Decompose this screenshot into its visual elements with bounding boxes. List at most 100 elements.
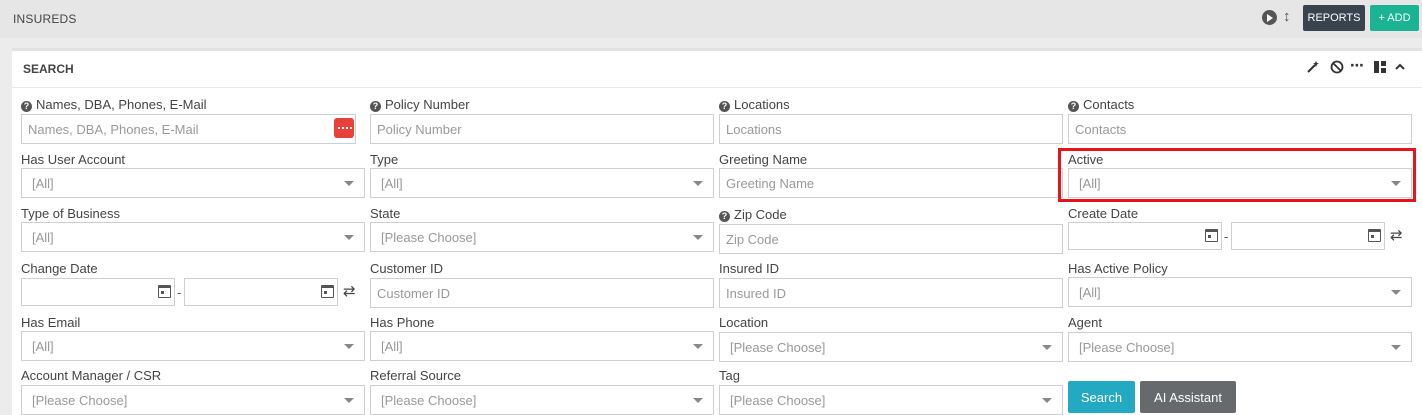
names-input[interactable] <box>21 114 356 144</box>
question-icon: ? <box>1068 101 1079 112</box>
contacts-label-text: Contacts <box>1083 97 1135 112</box>
locations-input[interactable] <box>719 114 1063 144</box>
change-date-label: Change Date <box>21 261 98 276</box>
caret-down-icon <box>693 398 703 403</box>
select-value: [All] <box>381 339 403 354</box>
ai-assistant-button[interactable]: AI Assistant <box>1140 381 1236 413</box>
select-value: [Please Choose] <box>730 393 826 408</box>
calendar-icon[interactable] <box>1205 229 1218 242</box>
swap-icon[interactable]: ⇄ <box>343 282 356 300</box>
calendar-icon[interactable] <box>158 285 171 298</box>
search-panel-header: SEARCH ⋯ <box>12 51 1422 88</box>
contacts-input[interactable] <box>1068 114 1412 144</box>
agent-select[interactable]: [Please Choose] <box>1068 332 1412 362</box>
state-label: State <box>370 206 401 221</box>
caret-down-icon <box>344 398 354 403</box>
page-header: INSUREDS ↕ REPORTS + ADD <box>0 0 1422 38</box>
play-icon[interactable] <box>1262 10 1277 25</box>
account-manager-select[interactable]: [Please Choose] <box>21 385 365 415</box>
ban-icon[interactable] <box>1330 60 1344 77</box>
policy-number-label: ? Policy Number <box>370 97 470 112</box>
create-date-label: Create Date <box>1068 206 1139 221</box>
caret-down-icon <box>1391 345 1401 350</box>
zip-code-input[interactable] <box>719 224 1063 254</box>
layout-icon[interactable] <box>1373 60 1387 77</box>
type-of-business-select[interactable]: [All] <box>21 222 365 252</box>
account-manager-label: Account Manager / CSR <box>21 368 162 383</box>
select-value: [Please Choose] <box>32 393 128 408</box>
tag-label: Tag <box>719 368 740 383</box>
more-icon[interactable]: ⋯ <box>1350 57 1364 74</box>
select-value: [Please Choose] <box>730 340 826 355</box>
insured-id-label: Insured ID <box>719 261 779 276</box>
policy-number-label-text: Policy Number <box>385 97 470 112</box>
has-user-account-select[interactable]: [All] <box>21 168 365 198</box>
caret-down-icon <box>344 344 354 349</box>
zip-code-label: ? Zip Code <box>719 207 787 222</box>
question-icon: ? <box>21 101 32 112</box>
zip-code-label-text: Zip Code <box>734 207 787 222</box>
tag-select[interactable]: [Please Choose] <box>719 385 1063 415</box>
calendar-icon[interactable] <box>321 285 334 298</box>
customer-id-label: Customer ID <box>370 261 443 276</box>
names-label: ? Names, DBA, Phones, E-Mail <box>21 97 207 112</box>
caret-down-icon <box>693 181 703 186</box>
has-phone-select[interactable]: [All] <box>370 331 714 361</box>
location-label: Location <box>719 315 769 330</box>
locations-label: ? Locations <box>719 97 790 112</box>
select-value: [All] <box>32 176 54 191</box>
caret-down-icon <box>1042 398 1052 403</box>
highlight-box <box>1058 148 1416 202</box>
select-value: [All] <box>32 339 54 354</box>
names-label-text: Names, DBA, Phones, E-Mail <box>36 97 207 112</box>
caret-down-icon <box>1042 345 1052 350</box>
page-title: INSUREDS <box>13 12 77 26</box>
insured-id-input[interactable] <box>719 278 1063 308</box>
select-value: [All] <box>1079 285 1101 300</box>
policy-number-input[interactable] <box>370 114 714 144</box>
chevron-up-icon[interactable] <box>1394 60 1406 76</box>
greeting-name-label: Greeting Name <box>719 152 808 167</box>
select-value: [Please Choose] <box>381 393 477 408</box>
has-phone-label: Has Phone <box>370 315 435 330</box>
locations-label-text: Locations <box>734 97 790 112</box>
select-value: [All] <box>381 176 403 191</box>
caret-down-icon <box>693 344 703 349</box>
reports-button[interactable]: REPORTS <box>1303 5 1365 31</box>
type-select[interactable]: [All] <box>370 168 714 198</box>
change-date-to-input[interactable] <box>184 278 338 306</box>
question-icon: ? <box>370 101 381 112</box>
contacts-label: ? Contacts <box>1068 97 1134 112</box>
has-active-policy-select[interactable]: [All] <box>1068 277 1412 307</box>
more-options-icon[interactable] <box>334 118 354 138</box>
question-icon: ? <box>719 211 730 222</box>
up-down-arrow-icon[interactable]: ↕ <box>1283 8 1291 25</box>
date-separator: - <box>177 285 182 300</box>
date-separator: - <box>1224 229 1229 244</box>
change-date-from-input[interactable] <box>21 278 175 306</box>
type-of-business-label: Type of Business <box>21 206 120 221</box>
search-button[interactable]: Search <box>1068 381 1135 413</box>
referral-source-label: Referral Source <box>370 368 462 383</box>
has-active-policy-label: Has Active Policy <box>1068 261 1168 276</box>
has-email-label: Has Email <box>21 315 81 330</box>
create-date-to-input[interactable] <box>1231 222 1385 250</box>
search-panel-title: SEARCH <box>23 62 74 76</box>
select-value: [Please Choose] <box>381 230 477 245</box>
calendar-icon[interactable] <box>1368 229 1381 242</box>
location-select[interactable]: [Please Choose] <box>719 332 1063 362</box>
swap-icon[interactable]: ⇄ <box>1390 226 1403 244</box>
magic-wand-icon[interactable] <box>1306 60 1320 77</box>
create-date-from-input[interactable] <box>1068 222 1222 250</box>
question-icon: ? <box>719 101 730 112</box>
customer-id-input[interactable] <box>370 278 714 308</box>
caret-down-icon <box>1391 290 1401 295</box>
has-email-select[interactable]: [All] <box>21 331 365 361</box>
add-button[interactable]: + ADD <box>1370 5 1419 31</box>
state-select[interactable]: [Please Choose] <box>370 222 714 252</box>
caret-down-icon <box>344 181 354 186</box>
greeting-name-input[interactable] <box>719 168 1063 198</box>
referral-source-select[interactable]: [Please Choose] <box>370 385 714 415</box>
select-value: [Please Choose] <box>1079 340 1175 355</box>
caret-down-icon <box>693 235 703 240</box>
